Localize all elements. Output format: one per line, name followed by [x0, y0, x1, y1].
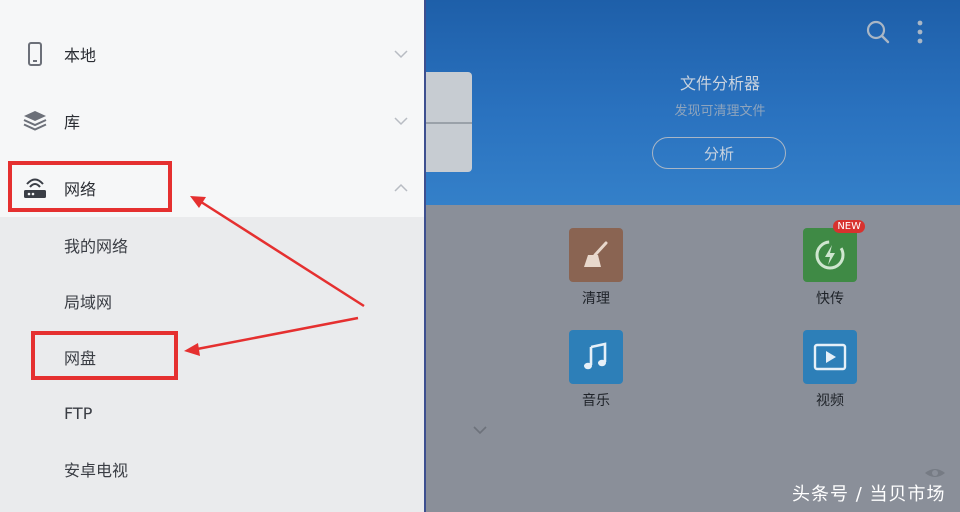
drawer-subitem-label: 我的网络 [64, 237, 129, 256]
highlight-box-cloud-drive [31, 331, 178, 380]
search-icon[interactable] [864, 18, 892, 46]
chevron-down-icon[interactable] [470, 420, 490, 440]
more-options-icon[interactable] [906, 18, 934, 46]
drawer-subitem-label: FTP [64, 403, 93, 423]
chevron-down-icon [392, 45, 410, 63]
tile-label: 音乐 [582, 393, 610, 409]
tile-music[interactable]: 音乐 [556, 330, 636, 410]
watermark-text: 头条号 / 当贝市场 [792, 484, 946, 505]
drawer-subitem-android-tv[interactable]: 安卓电视 [0, 444, 424, 494]
drawer-subitem-ftp[interactable]: FTP [0, 388, 424, 438]
new-badge: NEW [833, 220, 865, 233]
drawer-subitem-label: 局域网 [64, 293, 113, 312]
broom-icon [569, 228, 623, 282]
music-note-icon [569, 330, 623, 384]
phone-icon [22, 41, 48, 67]
chevron-down-icon [392, 112, 410, 130]
analyzer-subtitle: 发现可清理文件 [674, 104, 766, 119]
analyze-button[interactable]: 分析 [652, 137, 786, 169]
drawer-subitem-my-network[interactable]: 我的网络 [0, 220, 424, 270]
chevron-up-icon [392, 179, 410, 197]
drawer-item-local[interactable]: 本地 [0, 26, 424, 82]
tile-video[interactable]: 视频 [790, 330, 870, 410]
quick-transfer-icon: NEW [803, 220, 865, 282]
drawer-subitem-lan[interactable]: 局域网 [0, 276, 424, 326]
drawer-subitem-label: 安卓电视 [64, 461, 129, 480]
navigation-drawer: 本地 库 网络 我的网络 局域网 网盘 FTP 安卓电视 [0, 0, 426, 512]
drawer-item-label: 本地 [64, 46, 97, 65]
layers-icon [22, 108, 48, 134]
storage-card[interactable] [420, 72, 472, 172]
tile-label: 视频 [816, 393, 844, 409]
tile-clean[interactable]: 清理 [556, 228, 636, 308]
analyzer-title: 文件分析器 [679, 74, 760, 93]
video-play-icon [803, 330, 857, 384]
drawer-item-label: 库 [64, 113, 81, 132]
highlight-box-network [8, 161, 172, 212]
drawer-item-library[interactable]: 库 [0, 93, 424, 149]
tile-label: 快传 [816, 291, 844, 307]
tile-label: 清理 [582, 291, 610, 307]
tile-quick-transfer[interactable]: NEW 快传 [790, 220, 870, 308]
